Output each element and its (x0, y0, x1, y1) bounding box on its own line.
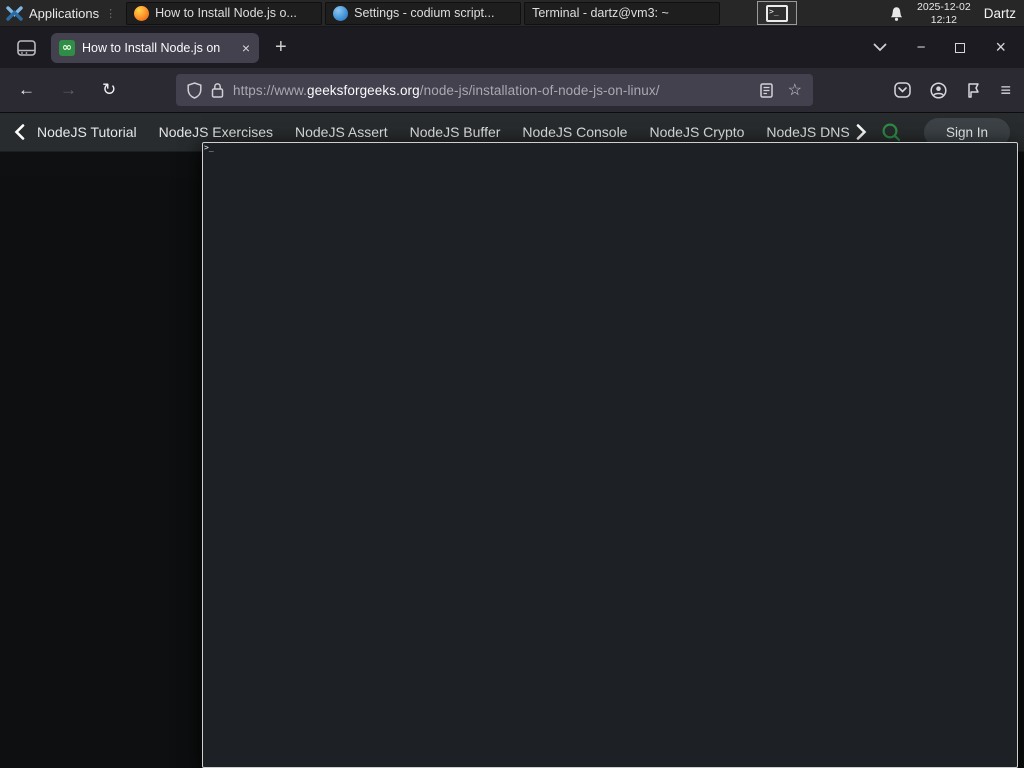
nav-link[interactable]: NodeJS Crypto (649, 124, 744, 140)
nav-scroll-right-icon[interactable] (856, 124, 867, 140)
user-menu[interactable]: Dartz (984, 6, 1018, 21)
taskbar-window-button[interactable]: Terminal - dartz@vm3: ~ (202, 1, 1018, 768)
window-maximize-button[interactable] (955, 42, 966, 53)
window-minimize-button[interactable]: − (917, 39, 926, 56)
browser-toolbar: ← → ↻ https://www.geeksforgeeks.org/node… (0, 68, 1024, 113)
browser-tab-active[interactable]: ∞ How to Install Node.js on × (51, 32, 259, 63)
list-all-tabs-icon[interactable] (873, 43, 887, 52)
clock-time: 12:12 (930, 13, 958, 26)
nav-scroll-left-icon[interactable] (14, 124, 25, 140)
terminal-icon (766, 4, 788, 22)
extensions-icon[interactable] (966, 82, 981, 98)
app-menu-icon[interactable]: ≡ (1000, 81, 1011, 99)
nav-link[interactable]: NodeJS Exercises (159, 124, 273, 140)
nav-link[interactable]: NodeJS Tutorial (37, 124, 137, 140)
url-scheme: https://www. (233, 82, 307, 98)
browser-tab-bar: ∞ How to Install Node.js on × + − × (0, 27, 1024, 68)
site-nav-links: NodeJS Tutorial NodeJS Exercises NodeJS As… (37, 124, 864, 140)
window-button-label: Settings - codium script... (354, 6, 495, 20)
taskbar-window-list: How to Install Node.js o... Settings - co… (126, 1, 1018, 768)
firefox-icon (134, 5, 150, 21)
nav-link[interactable]: NodeJS Console (522, 124, 627, 140)
top-panel: Applications ⋮ How to Install Node.js o.… (0, 0, 1024, 768)
terminal-launcher[interactable] (757, 1, 797, 25)
account-icon[interactable] (930, 81, 948, 99)
clock-date: 2025-12-02 (917, 0, 971, 13)
pocket-icon[interactable] (894, 82, 912, 98)
new-tab-button[interactable]: + (275, 36, 287, 59)
taskbar-window-button[interactable]: Settings - codium script... (325, 1, 522, 25)
forward-button[interactable]: → (60, 80, 77, 100)
url-bar[interactable]: https://www.geeksforgeeks.org/node-js/in… (176, 74, 813, 106)
url-path: /node-js/installation-of-node-js-on-linu… (419, 82, 660, 98)
tab-title: How to Install Node.js on (82, 40, 221, 55)
reader-view-icon[interactable] (759, 82, 773, 98)
nav-link[interactable]: NodeJS DNS (766, 124, 849, 140)
panel-grip: ⋮ (105, 7, 117, 20)
taskbar-window-button[interactable]: How to Install Node.js o... (126, 1, 323, 25)
panel-clock[interactable]: 2025-12-02 12:12 (917, 1, 971, 26)
distro-logo-icon (6, 5, 23, 22)
nav-link[interactable]: NodeJS Assert (295, 124, 388, 140)
bookmark-star-icon[interactable]: ☆ (788, 80, 802, 100)
geeksforgeeks-favicon: ∞ (59, 39, 75, 56)
system-tray: 2025-12-02 12:12 Dartz (879, 0, 1024, 27)
tab-close-icon[interactable]: × (241, 40, 251, 56)
url-domain: geeksforgeeks.org (306, 82, 420, 98)
tracking-protection-shield-icon[interactable] (187, 81, 202, 99)
back-button[interactable]: ← (18, 80, 35, 100)
url-text: https://www.geeksforgeeks.org/node-js/in… (233, 83, 660, 98)
bell-icon[interactable] (889, 6, 904, 22)
applications-menu[interactable]: Applications ⋮ (0, 0, 126, 26)
search-icon[interactable] (881, 122, 902, 143)
applications-label: Applications (29, 5, 100, 21)
window-button-label: Terminal - dartz@vm3: ~ (532, 6, 669, 20)
reload-button[interactable]: ↻ (102, 80, 116, 100)
codium-icon (333, 5, 349, 21)
window-close-button[interactable]: × (995, 37, 1006, 58)
window-button-label: How to Install Node.js o... (155, 6, 297, 20)
nav-link[interactable]: NodeJS Buffer (410, 124, 501, 140)
lock-icon[interactable] (211, 82, 224, 98)
firefox-view-icon[interactable] (17, 39, 36, 56)
